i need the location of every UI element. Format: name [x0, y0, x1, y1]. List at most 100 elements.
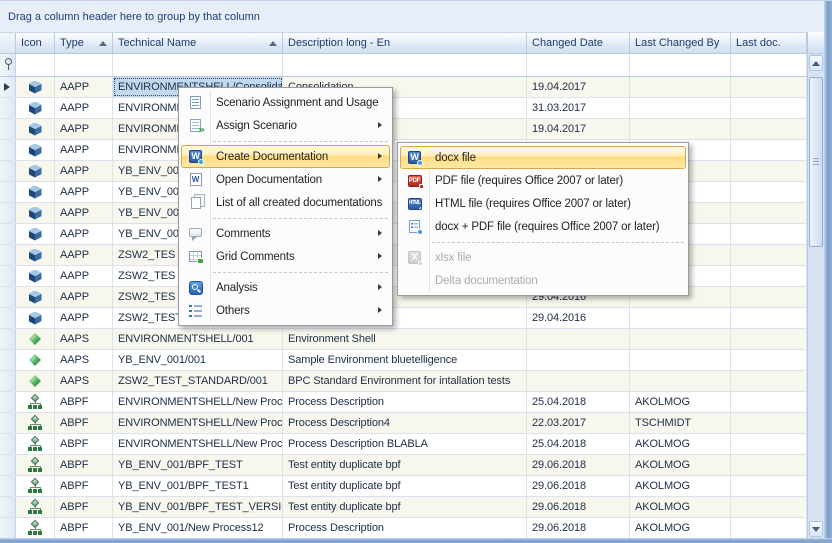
context-menu-item[interactable]: Comments	[181, 222, 390, 245]
type-cell: AAPP	[55, 182, 113, 202]
table-row[interactable]: ABPF ENVIRONMENTSHELL/New Proc... Proces…	[0, 434, 807, 455]
submenu-item[interactable]: HTML file (requires Office 2007 or later…	[400, 192, 686, 215]
last-doc-cell	[731, 497, 807, 517]
context-menu-item[interactable]: Scenario Assignment and Usage	[181, 91, 390, 114]
table-row[interactable]: ABPF YB_ENV_001/BPF_TEST1 Test entity du…	[0, 476, 807, 497]
filter-input-description[interactable]	[283, 54, 527, 76]
filter-input-changed-date[interactable]	[527, 54, 630, 76]
last-doc-cell	[731, 140, 807, 160]
table-row[interactable]: AAPS ZSW2_TEST_STANDARD/001 BPC Standard…	[0, 371, 807, 392]
submenu-item[interactable]: Delta documentation	[400, 269, 686, 292]
type-icon-cell	[16, 224, 55, 244]
technical-name-cell[interactable]: YB_ENV_001/New Process12	[113, 518, 283, 538]
table-row[interactable]: AAPS ENVIRONMENTSHELL/001 Environment Sh…	[0, 329, 807, 350]
column-header-technical-name[interactable]: Technical Name	[113, 33, 283, 54]
table-row[interactable]: AAPS YB_ENV_001/001 Sample Environment b…	[0, 350, 807, 371]
scroll-down-button[interactable]	[809, 521, 823, 537]
submenu-item[interactable]: docx file	[400, 146, 686, 169]
type-cell: AAPS	[55, 350, 113, 370]
context-menu-item[interactable]: Assign Scenario	[181, 114, 390, 137]
table-row[interactable]: AAPP ENVIRONMEN 31.03.2017	[0, 98, 807, 119]
context-menu-item[interactable]: Others	[181, 299, 390, 322]
row-indicator-cell	[0, 371, 16, 391]
object-type-icon	[29, 270, 42, 283]
column-header-description[interactable]: Description long - En	[283, 33, 527, 54]
technical-name-cell[interactable]: ENVIRONMENTSHELL/New Proc...	[113, 413, 283, 433]
group-by-hint-text: Drag a column header here to group by th…	[8, 11, 260, 23]
technical-name-cell[interactable]: ENVIRONMENTSHELL/New Proc...	[113, 434, 283, 454]
last-doc-cell	[731, 434, 807, 454]
column-header-type[interactable]: Type	[55, 33, 113, 54]
context-menu-item[interactable]: Create Documentation	[181, 145, 390, 168]
submenu-item[interactable]: xlsx file	[400, 246, 686, 269]
table-row[interactable]: ABPF YB_ENV_001/BPF_TEST_VERSION Test en…	[0, 497, 807, 518]
context-menu-item[interactable]: Analysis	[181, 276, 390, 299]
submenu-item[interactable]: PDF file (requires Office 2007 or later)	[400, 169, 686, 192]
filter-input-type[interactable]	[55, 54, 113, 76]
submenu-item[interactable]: docx + PDF file (requires Office 2007 or…	[400, 215, 686, 238]
context-menu-item[interactable]: Grid Comments	[181, 245, 390, 268]
table-row[interactable]: ABPF ENVIRONMENTSHELL/New Proc... Proces…	[0, 392, 807, 413]
description-cell: Process Description	[283, 392, 527, 412]
type-icon-cell	[16, 119, 55, 139]
row-indicator-cell	[0, 497, 16, 517]
menu-item-label: Analysis	[209, 282, 258, 294]
technical-name-cell[interactable]: YB_ENV_001/BPF_TEST	[113, 455, 283, 475]
submenu-item-icon	[409, 220, 420, 233]
last-changed-by-cell	[630, 119, 731, 139]
technical-name-cell[interactable]: YB_ENV_001/BPF_TEST_VERSION	[113, 497, 283, 517]
object-type-icon	[28, 458, 43, 472]
row-indicator-cell	[0, 182, 16, 202]
column-header-last-doc[interactable]: Last doc.	[731, 33, 807, 54]
object-type-icon	[29, 354, 41, 366]
vertical-scrollbar[interactable]	[807, 32, 824, 538]
type-cell: AAPS	[55, 329, 113, 349]
type-cell: ABPF	[55, 497, 113, 517]
changed-date-cell: 29.04.2016	[527, 308, 630, 328]
technical-name-cell[interactable]: YB_ENV_001/BPF_TEST1	[113, 476, 283, 496]
type-cell: AAPP	[55, 224, 113, 244]
type-cell: AAPP	[55, 140, 113, 160]
menu-item-icon	[190, 96, 201, 109]
technical-name-cell[interactable]: ENVIRONMENTSHELL/New Proc...	[113, 392, 283, 412]
row-indicator-cell	[0, 392, 16, 412]
row-indicator-cell	[0, 224, 16, 244]
context-menu: Scenario Assignment and Usage Assign Sce…	[178, 87, 393, 326]
column-header-last-changed-by[interactable]: Last Changed By	[630, 33, 731, 54]
type-icon-cell	[16, 476, 55, 496]
type-cell: AAPP	[55, 203, 113, 223]
technical-name-cell[interactable]: YB_ENV_001/001	[113, 350, 283, 370]
changed-date-cell: 19.04.2017	[527, 77, 630, 97]
table-row[interactable]: ABPF YB_ENV_001/New Process12 Process De…	[0, 518, 807, 538]
column-header-changed-date[interactable]: Changed Date	[527, 33, 630, 54]
scrollbar-thumb[interactable]	[809, 77, 823, 247]
filter-input-technical-name[interactable]	[113, 54, 283, 76]
last-changed-by-cell	[630, 350, 731, 370]
submenu-item-icon	[408, 251, 421, 264]
table-row[interactable]: AAPP ENVIRONMENTSHELL/Consolida... Conso…	[0, 77, 807, 98]
technical-name-cell[interactable]: ENVIRONMENTSHELL/001	[113, 329, 283, 349]
table-row[interactable]: AAPP ZSW2_TEST_STANDARD/Rates Exchange R…	[0, 308, 807, 329]
row-indicator-cell	[0, 98, 16, 118]
type-icon-cell	[16, 140, 55, 160]
table-row[interactable]: AAPP ENVIRONMEN 19.04.2017	[0, 119, 807, 140]
filter-input-icon[interactable]	[16, 54, 55, 76]
scroll-up-button[interactable]	[809, 55, 823, 71]
technical-name-cell[interactable]: ZSW2_TEST_STANDARD/001	[113, 371, 283, 391]
submenu-item-label: docx file	[428, 152, 476, 164]
create-documentation-submenu: docx file PDF file (requires Office 2007…	[397, 142, 689, 296]
filter-input-last-changed-by[interactable]	[630, 54, 731, 76]
context-menu-item[interactable]: List of all created documentations	[181, 191, 390, 214]
object-type-icon	[29, 81, 42, 94]
context-menu-item[interactable]: Open Documentation	[181, 168, 390, 191]
submenu-item-label: HTML file (requires Office 2007 or later…	[428, 198, 631, 210]
table-row[interactable]: ABPF YB_ENV_001/BPF_TEST Test entity dup…	[0, 455, 807, 476]
menu-item-icon	[189, 251, 202, 262]
type-cell: ABPF	[55, 413, 113, 433]
column-header-icon[interactable]: Icon	[16, 33, 55, 54]
object-type-icon	[29, 102, 42, 115]
table-row[interactable]: ABPF ENVIRONMENTSHELL/New Proc... Proces…	[0, 413, 807, 434]
last-doc-cell	[731, 476, 807, 496]
filter-input-last-doc[interactable]	[731, 54, 807, 76]
changed-date-cell: 25.04.2018	[527, 434, 630, 454]
